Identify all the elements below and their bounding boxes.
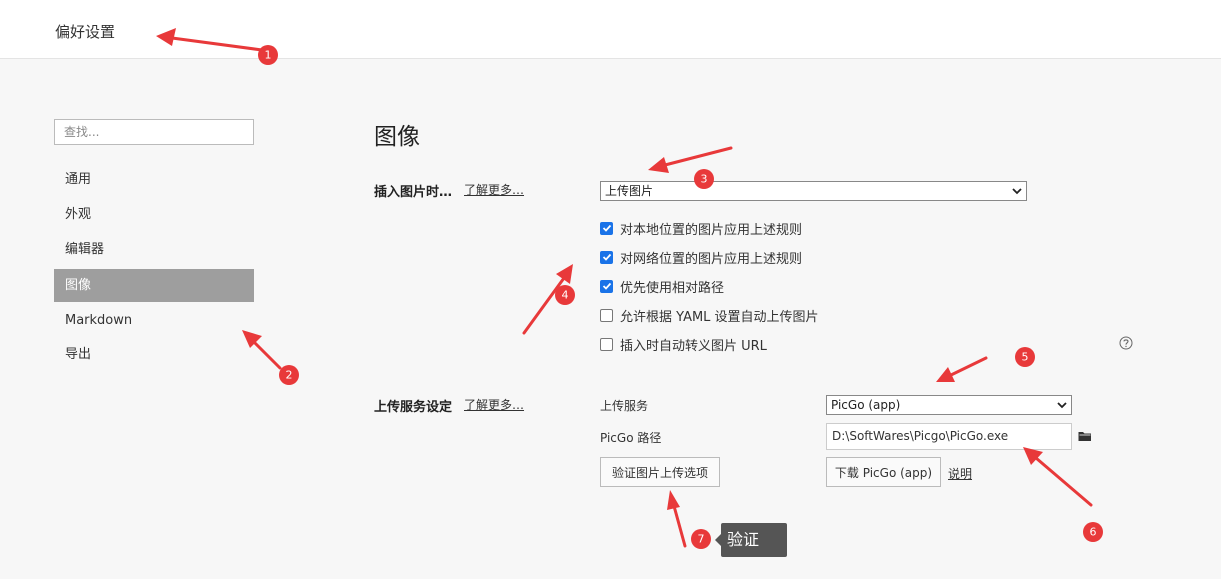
annotation-arrow-5 xyxy=(949,356,988,377)
annotation-arrow-7 xyxy=(672,504,687,548)
annotation-badge-7-label: 7 xyxy=(698,533,705,546)
annotation-arrow-3 xyxy=(663,146,733,167)
annotation-badge-6-label: 6 xyxy=(1090,526,1097,539)
annotation-badge-1-label: 1 xyxy=(265,49,272,62)
annotation-badge-4-label: 4 xyxy=(562,289,569,302)
annotation-arrow-4 xyxy=(522,276,566,335)
annotation-badge-3-label: 3 xyxy=(701,173,708,186)
annotation-arrow-1 xyxy=(170,36,264,52)
annotation-arrowhead-4 xyxy=(556,264,573,284)
annotation-arrow-6 xyxy=(1034,456,1093,507)
annotation-badge-5-label: 5 xyxy=(1022,351,1029,364)
annotation-arrowhead-7 xyxy=(667,490,680,510)
annotation-arrow-2 xyxy=(251,339,282,370)
annotation-overlay: 1 2 3 4 5 6 7 xyxy=(156,28,1103,549)
annotation-badge-2-label: 2 xyxy=(286,369,293,382)
annotation-arrowhead-1 xyxy=(156,28,176,46)
annotation-arrowhead-3 xyxy=(648,157,669,173)
